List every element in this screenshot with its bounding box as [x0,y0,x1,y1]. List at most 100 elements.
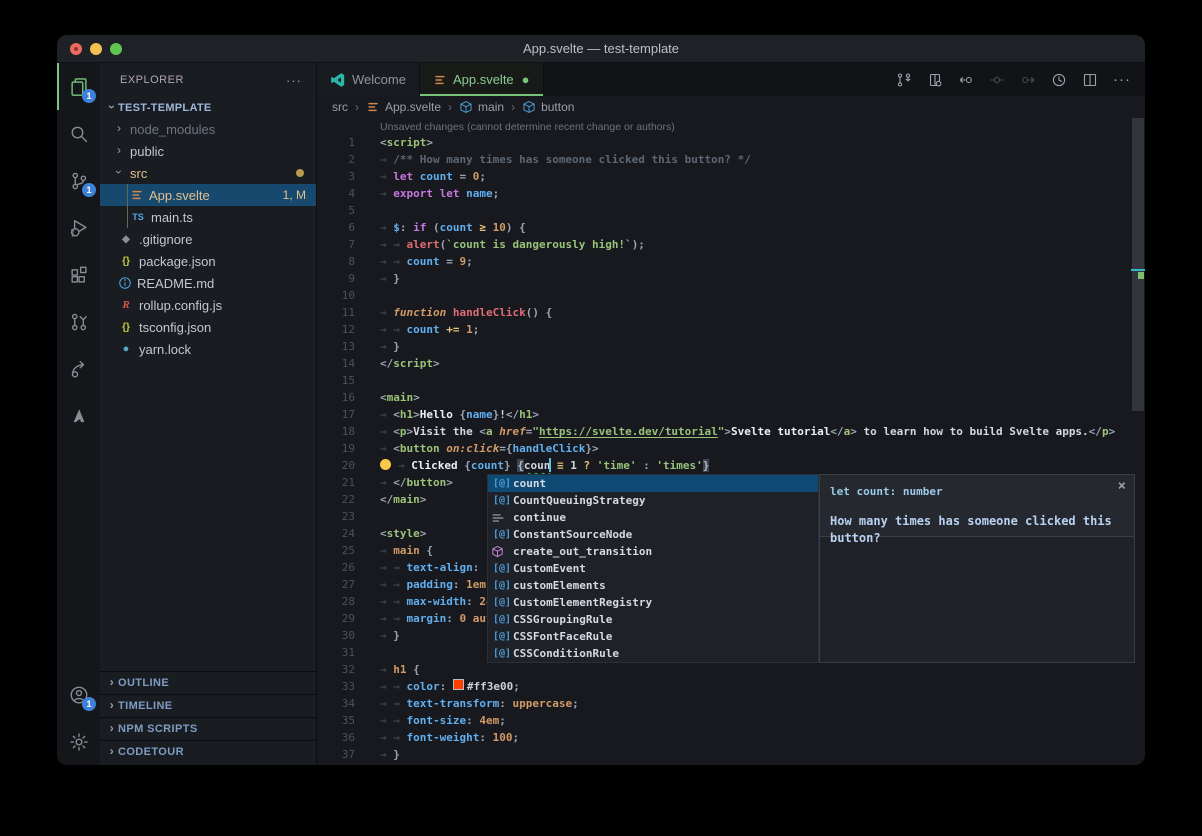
suggestion-customElements[interactable]: [@]customElements [488,577,818,594]
suggestion-create_out_transition[interactable]: create_out_transition [488,543,818,560]
code-line-37[interactable]: 37→ } [317,746,1145,763]
tab-Welcome[interactable]: Welcome [317,63,420,96]
file-history-icon[interactable] [1051,72,1067,88]
section-timeline[interactable]: ›TIMELINE [100,694,316,717]
breadcrumb-main[interactable]: main [459,100,504,114]
code-line-4[interactable]: 4→ export let name; [317,185,1145,202]
section-npm-scripts[interactable]: ›NPM SCRIPTS [100,717,316,740]
chevron-icon: › [112,166,126,178]
activity-search-icon[interactable] [57,110,100,157]
close-icon[interactable]: × [1118,478,1126,495]
title-bar[interactable]: App.svelte — test-template [57,35,1145,63]
suggestion-CSSConditionRule[interactable]: [@]CSSConditionRule [488,645,818,662]
suggestion-ConstantSourceNode[interactable]: [@]ConstantSourceNode [488,526,818,543]
code-line-36[interactable]: 36→ → font-weight: 100; [317,729,1145,746]
maximize-window-button[interactable] [110,43,122,55]
minimize-window-button[interactable] [90,43,102,55]
activity-settings-icon[interactable] [57,718,100,765]
file-item-App.svelte[interactable]: App.svelte1, M [100,184,316,206]
activity-extensions-icon[interactable] [57,251,100,298]
suggestion-CustomElementRegistry[interactable]: [@]CustomElementRegistry [488,594,818,611]
code-line-12[interactable]: 12→ → count += 1; [317,321,1145,338]
line-number: 18 [317,423,355,440]
code-line-11[interactable]: 11→ function handleClick() { [317,304,1145,321]
breadcrumb-src[interactable]: src [332,100,348,114]
tab-App.svelte[interactable]: App.svelte● [420,63,544,96]
activity-run-debug-icon[interactable] [57,204,100,251]
code-line-1[interactable]: 1<script> [317,134,1145,151]
previous-change-icon[interactable] [958,72,974,88]
code-editor[interactable]: Unsaved changes (cannot determine recent… [317,118,1145,765]
suggestion-CountQueuingStrategy[interactable]: [@]CountQueuingStrategy [488,492,818,509]
code-line-16[interactable]: 16<main> [317,389,1145,406]
workspace-root-folder[interactable]: › TEST-TEMPLATE [100,97,316,118]
problems-modified-badge: 1, M [283,188,306,202]
suggestion-count[interactable]: [@]count [488,475,818,492]
file-item-node_modules[interactable]: ›node_modules [100,118,316,140]
file-item-rollup.config.js[interactable]: Rrollup.config.js [100,294,316,316]
line-number: 19 [317,440,355,457]
activity-source-control-icon[interactable]: 1 [57,157,100,204]
code-line-19[interactable]: 19→ <button on:click={handleClick}> [317,440,1145,457]
file-item-yarn.lock[interactable]: ●yarn.lock [100,338,316,360]
color-swatch[interactable] [453,679,464,690]
variable-icon: [@] [491,611,513,628]
code-line-14[interactable]: 14</script> [317,355,1145,372]
activity-live-share-icon[interactable] [57,345,100,392]
file-item-main.ts[interactable]: TSmain.ts [100,206,316,228]
file-item-.gitignore[interactable]: ◆.gitignore [100,228,316,250]
line-number: 10 [317,287,355,304]
line-number: 13 [317,338,355,355]
split-editor-icon[interactable] [1082,72,1098,88]
code-line-3[interactable]: 3→ let count = 0; [317,168,1145,185]
open-changes-icon[interactable] [927,72,943,88]
suggestion-continue[interactable]: continue [488,509,818,526]
lightbulb-icon[interactable] [380,459,391,470]
close-window-button[interactable] [70,43,82,55]
breadcrumb-App.svelte[interactable]: App.svelte [366,100,441,114]
code-line-2[interactable]: 2→ /** How many times has someone clicke… [317,151,1145,168]
line-number: 16 [317,389,355,406]
file-item-package.json[interactable]: {}package.json [100,250,316,272]
file-item-public[interactable]: ›public [100,140,316,162]
file-item-src[interactable]: ›src [100,162,316,184]
code-line-9[interactable]: 9→ } [317,270,1145,287]
code-line-6[interactable]: 6→ $: if (count ≥ 10) { [317,219,1145,236]
codelens-annotation[interactable]: Unsaved changes (cannot determine recent… [380,119,1145,134]
code-line-10[interactable]: 10 [317,287,1145,304]
suggestion-CustomEvent[interactable]: [@]CustomEvent [488,560,818,577]
variable-icon: [@] [491,560,513,577]
activity-github-pull-requests-icon[interactable] [57,298,100,345]
explorer-more-actions-icon[interactable]: ··· [286,73,302,88]
code-line-35[interactable]: 35→ → font-size: 4em; [317,712,1145,729]
scrollbar-slider[interactable] [1132,118,1144,411]
commit-graph-icon[interactable] [896,72,912,88]
editor-scrollbar[interactable] [1131,118,1145,765]
code-line-18[interactable]: 18→ <p>Visit the <a href="https://svelte… [317,423,1145,440]
code-line-33[interactable]: 33→ → color: #ff3e00; [317,678,1145,695]
suggestion-CSSFontFaceRule[interactable]: [@]CSSFontFaceRule [488,628,818,645]
code-line-15[interactable]: 15 [317,372,1145,389]
file-item-README.md[interactable]: README.md [100,272,316,294]
scrollbar-change-mark [1138,272,1144,279]
section-codetour[interactable]: ›CODETOUR [100,740,316,763]
code-line-5[interactable]: 5 [317,202,1145,219]
suggestion-CSSGroupingRule[interactable]: [@]CSSGroupingRule [488,611,818,628]
activity-explorer-icon[interactable]: 1 [57,63,100,110]
code-line-20[interactable]: 20→ Clicked {count} {coun ≡ 1 ? 'time' :… [317,457,1145,474]
code-line-8[interactable]: 8→ → count = 9; [317,253,1145,270]
code-line-34[interactable]: 34→ → text-transform: uppercase; [317,695,1145,712]
code-line-32[interactable]: 32→ h1 { [317,661,1145,678]
code-line-13[interactable]: 13→ } [317,338,1145,355]
code-line-17[interactable]: 17→ <h1>Hello {name}!</h1> [317,406,1145,423]
line-number: 36 [317,729,355,746]
activity-accounts-icon[interactable]: 1 [57,671,100,718]
more-actions-icon[interactable]: ··· [1113,71,1131,88]
activity-azure-icon[interactable] [57,392,100,439]
file-item-tsconfig.json[interactable]: {}tsconfig.json [100,316,316,338]
section-outline[interactable]: ›OUTLINE [100,671,316,694]
breadcrumb-button[interactable]: button [522,100,574,114]
yarn-icon: ● [118,343,134,355]
code-line-7[interactable]: 7→ → alert(`count is dangerously high!`)… [317,236,1145,253]
line-number: 21 [317,474,355,491]
